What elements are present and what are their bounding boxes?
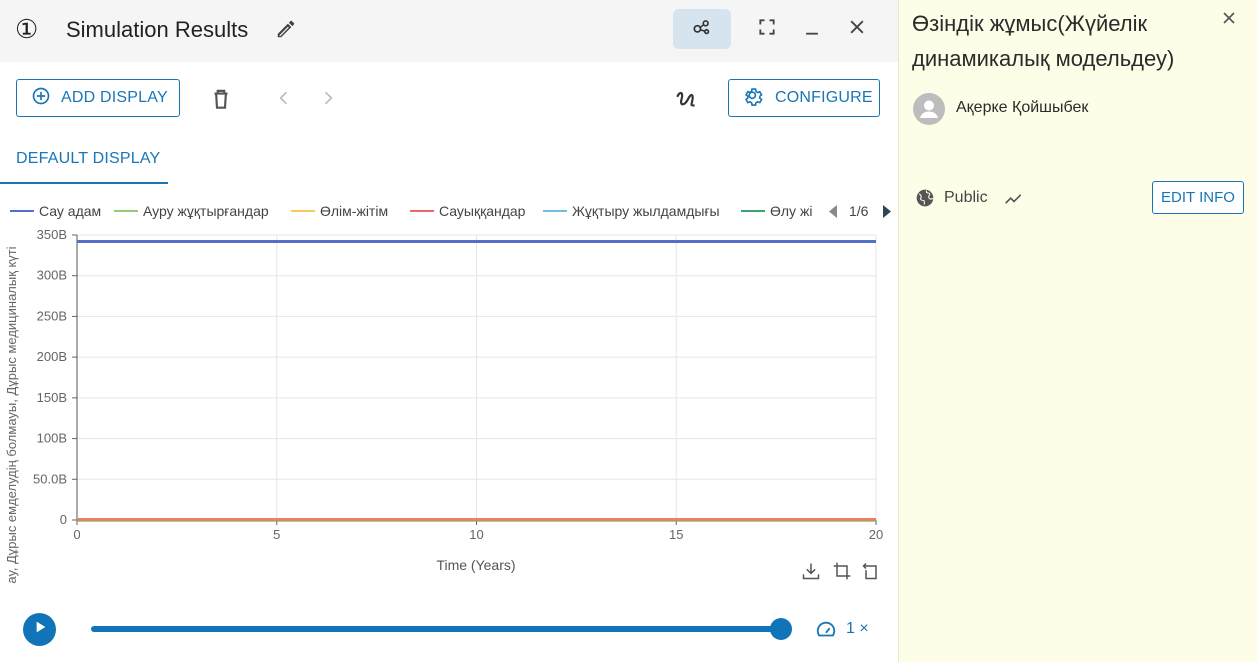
- configure-label: CONFIGURE: [775, 89, 873, 106]
- simulation-results-panel: ① Simulation Results ADD DISPLAY CONFIGU…: [0, 0, 898, 662]
- close-info-panel-icon[interactable]: [1219, 8, 1239, 28]
- playback-speed-label[interactable]: 1 ×: [846, 620, 869, 638]
- legend-label: Өлім-жітім: [320, 203, 388, 219]
- legend-next-arrow[interactable]: [883, 205, 891, 218]
- y-tick-label: 100B: [37, 431, 67, 446]
- legend-item[interactable]: Сау адам: [10, 203, 101, 219]
- y-tick-label: 150B: [37, 390, 67, 405]
- legend-item[interactable]: Жұқтыру жылдамдығы: [543, 203, 720, 219]
- y-tick-label: 250B: [37, 308, 67, 323]
- zoom-select-icon[interactable]: [832, 561, 852, 581]
- model-title: Өзіндік жұмыс(Жүйелік динамикалық модель…: [912, 11, 1175, 71]
- panel-header: ① Simulation Results: [0, 0, 898, 62]
- legend-item[interactable]: Өлу жі: [741, 203, 812, 219]
- y-tick-label: 200B: [37, 349, 67, 364]
- close-icon: [847, 17, 867, 42]
- previous-display-chevron-left-icon[interactable]: [274, 88, 294, 108]
- legend-item[interactable]: Өлім-жітім: [291, 203, 388, 219]
- add-display-label: ADD DISPLAY: [61, 89, 168, 106]
- x-tick-label: 10: [469, 527, 483, 542]
- author-name: Ақерке Қойшыбек: [956, 99, 1089, 116]
- y-tick-label: 300B: [37, 268, 67, 283]
- panel-number-icon: ①: [15, 14, 39, 44]
- play-icon: [32, 619, 48, 640]
- add-display-button[interactable]: ADD DISPLAY: [16, 79, 180, 117]
- simulation-chart: Сау адам Ауру жұқтырғандар Өлім-жітім Сауық…: [4, 203, 891, 584]
- y-axis-label: ау, Дұрыс емделудің болмауы, Дұрыс медиц…: [4, 246, 19, 583]
- chart-legend: Сау адам Ауру жұқтырғандар Өлім-жітім Сауық…: [10, 203, 891, 219]
- legend-item[interactable]: Ауру жұқтырғандар: [114, 203, 269, 219]
- time-slider-thumb[interactable]: [770, 618, 792, 640]
- model-graph-button[interactable]: [673, 9, 731, 49]
- next-display-chevron-right-icon[interactable]: [318, 88, 338, 108]
- zoom-reset-icon[interactable]: [861, 561, 881, 581]
- panel-title: Simulation Results: [66, 17, 249, 42]
- add-circle-icon: [31, 86, 51, 111]
- graph-nodes-icon: [691, 16, 713, 43]
- tab-default-display[interactable]: DEFAULT DISPLAY: [0, 134, 168, 184]
- close-panel-button[interactable]: [828, 9, 886, 49]
- x-tick-label: 0: [73, 527, 80, 542]
- x-tick-label: 20: [869, 527, 883, 542]
- fullscreen-icon: [757, 17, 777, 42]
- y-tick-label: 350B: [37, 227, 67, 242]
- legend-prev-arrow[interactable]: [829, 205, 837, 218]
- author-avatar: [913, 93, 945, 125]
- legend-label: Сау адам: [39, 203, 101, 219]
- legend-label: Ауру жұқтырғандар: [143, 203, 269, 219]
- x-tick-label: 15: [669, 527, 683, 542]
- trending-chart-icon: [1004, 189, 1024, 209]
- model-info-panel: Өзіндік жұмыс(Жүйелік динамикалық модель…: [898, 0, 1257, 662]
- minimize-icon: [802, 17, 822, 42]
- results-toolbar: ADD DISPLAY CONFIGURE: [0, 62, 898, 134]
- download-icon[interactable]: [801, 561, 821, 581]
- visibility-label: Public: [944, 189, 988, 206]
- y-tick-label: 50.0B: [33, 471, 67, 486]
- time-slider-track[interactable]: [91, 626, 781, 632]
- edit-info-button[interactable]: EDIT INFO: [1152, 181, 1244, 214]
- x-tick-label: 5: [273, 527, 280, 542]
- legend-label: Өлу жі: [770, 203, 812, 219]
- curve-style-icon[interactable]: [674, 86, 700, 112]
- legend-items: Сау адам Ауру жұқтырғандар Өлім-жітім Сауық…: [10, 203, 812, 219]
- globe-icon: [915, 188, 935, 208]
- play-button[interactable]: [23, 613, 56, 646]
- delete-display-trash-icon[interactable]: [208, 86, 234, 112]
- gear-icon: [743, 86, 763, 111]
- tab-label: DEFAULT DISPLAY: [16, 150, 161, 167]
- legend-label: Сауыққандар: [439, 203, 526, 219]
- legend-item[interactable]: Сауыққандар: [410, 203, 526, 219]
- edit-title-pencil-icon[interactable]: [275, 18, 297, 40]
- x-axis-label: Time (Years): [436, 557, 515, 573]
- speedometer-icon[interactable]: [815, 619, 837, 641]
- y-tick-label: 0: [60, 512, 67, 527]
- configure-button[interactable]: CONFIGURE: [728, 79, 880, 117]
- legend-label: Жұқтыру жылдамдығы: [572, 203, 720, 219]
- legend-page-label: 1/6: [849, 203, 869, 219]
